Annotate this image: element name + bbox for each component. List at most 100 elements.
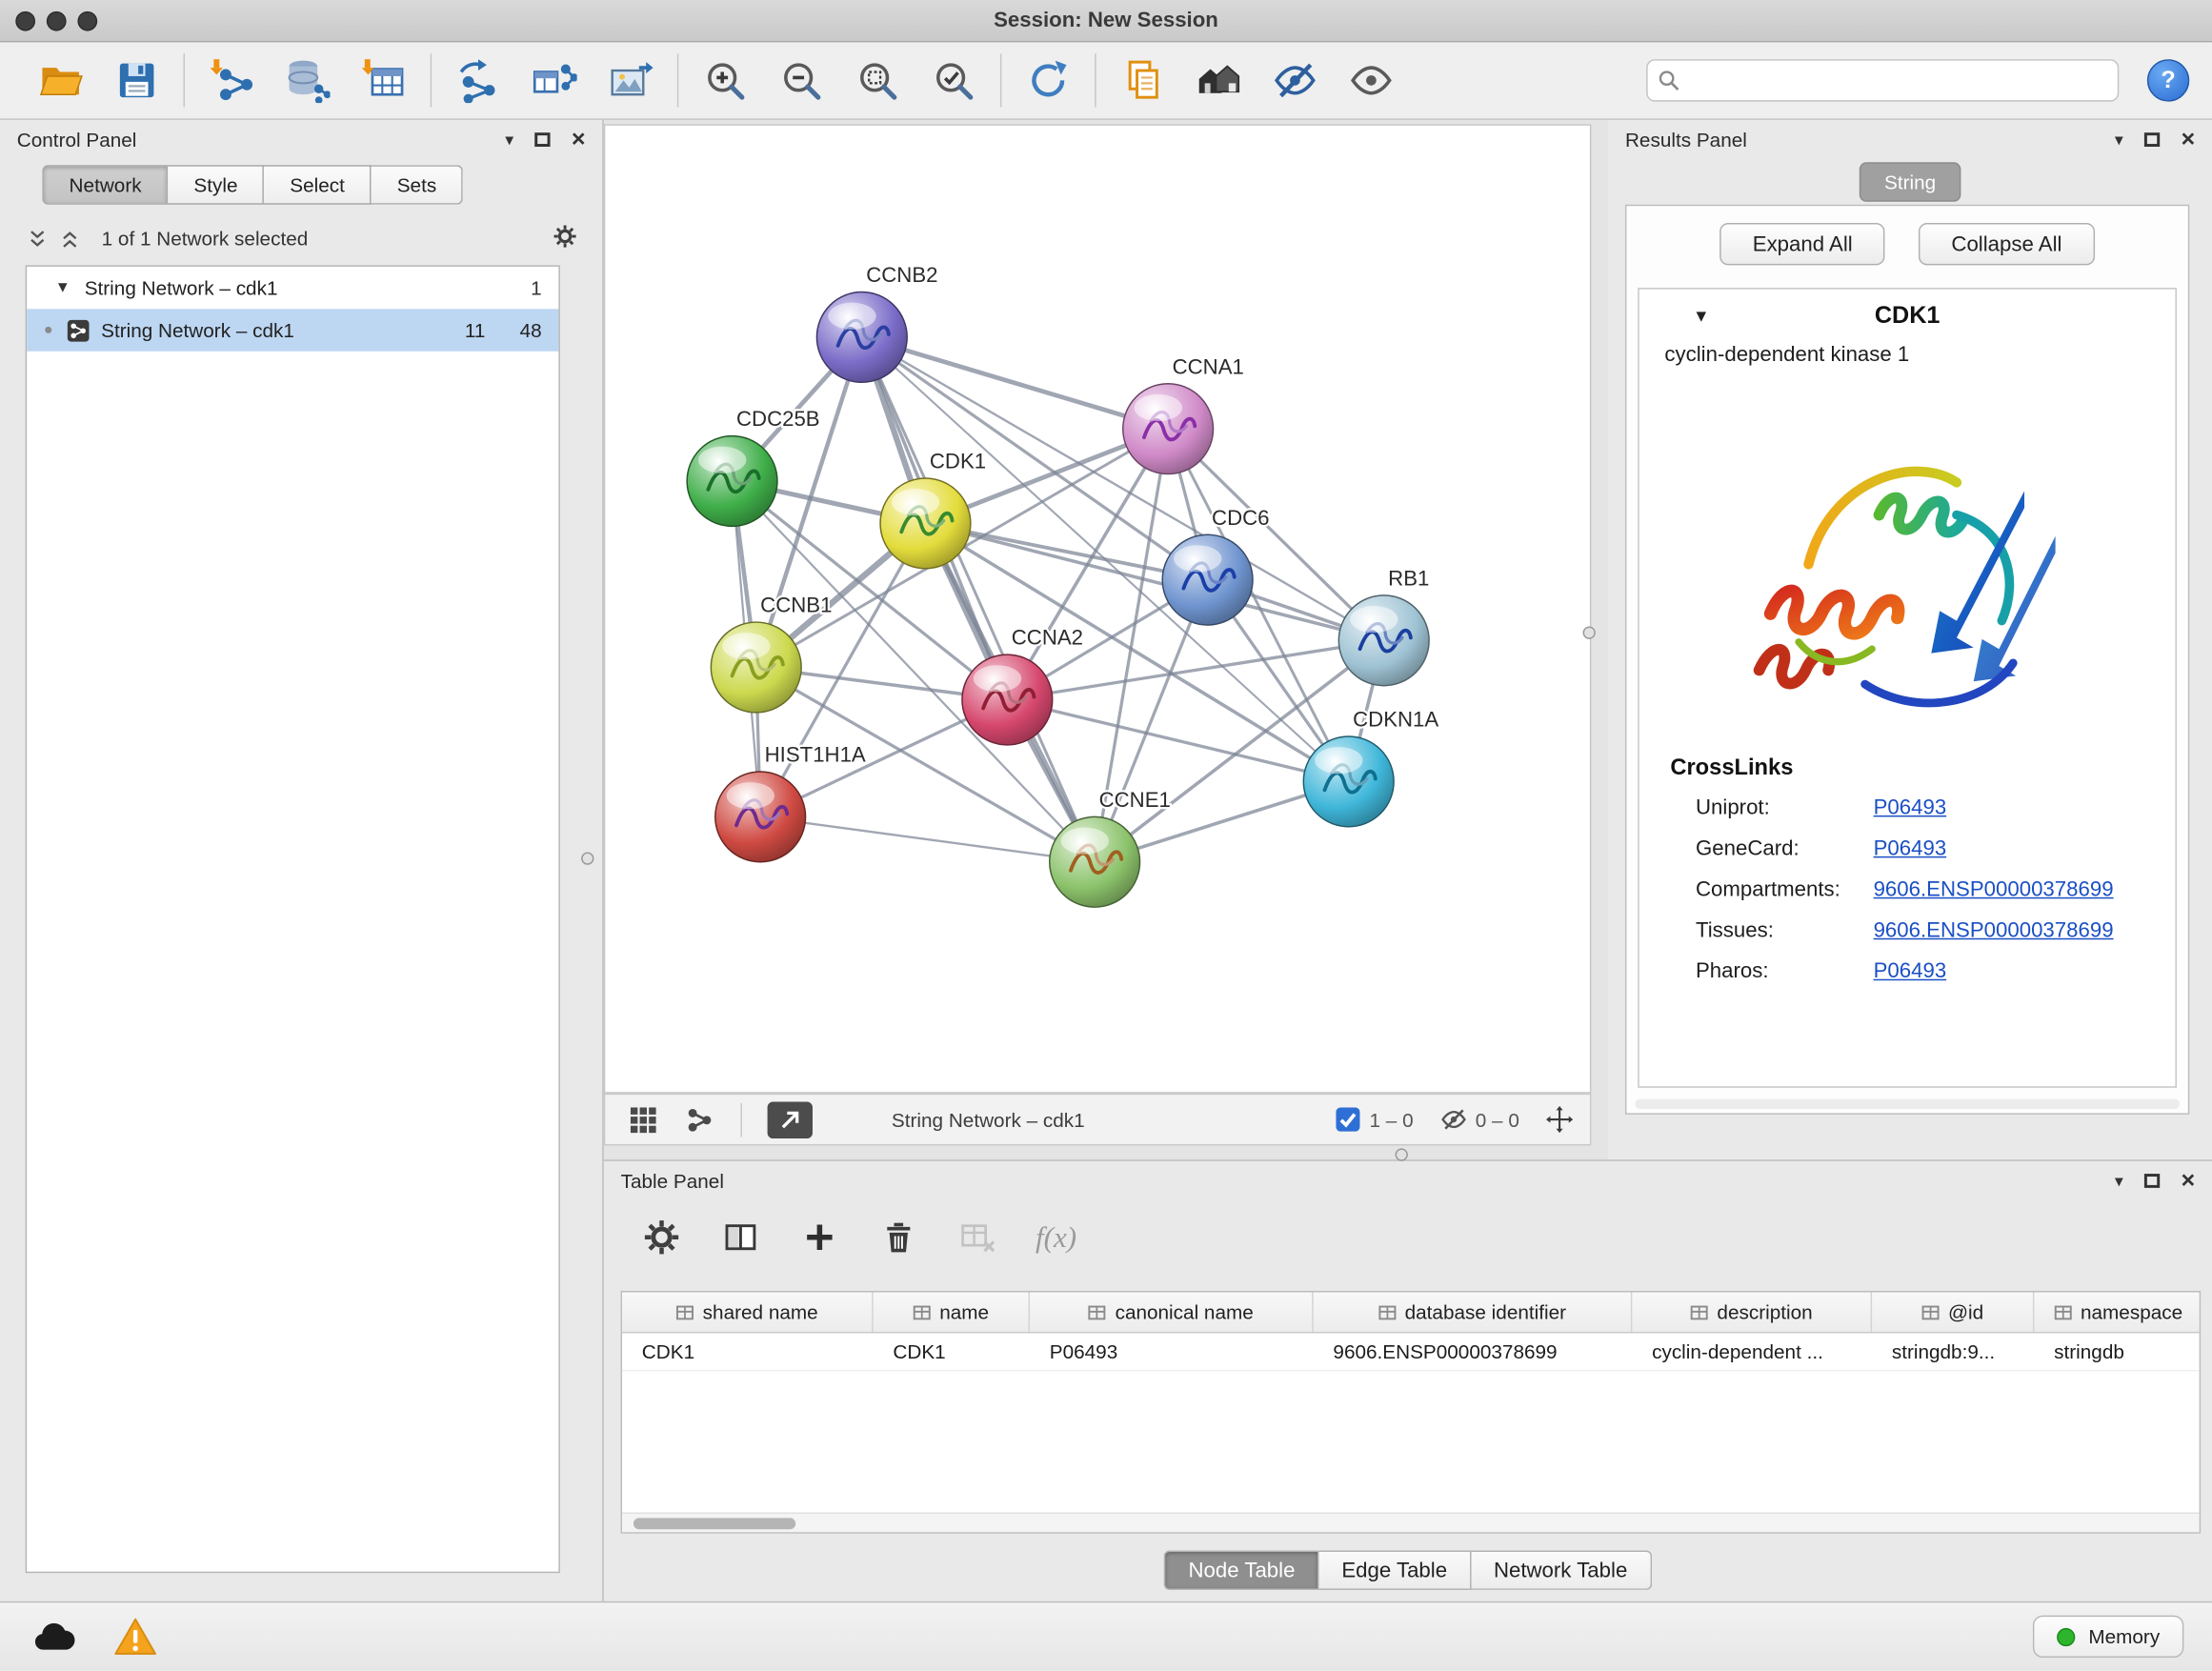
network-collection-row[interactable]: ▼ String Network – cdk1 1 [27, 267, 558, 309]
zoom-fit-button[interactable] [839, 50, 915, 110]
window-close-button[interactable] [15, 11, 35, 31]
gene-entry-header[interactable]: ▼ CDK1 [1639, 290, 2176, 343]
show-all-button[interactable] [1333, 50, 1409, 110]
column-header[interactable]: shared name [622, 1292, 874, 1331]
tab-network[interactable]: Network [42, 165, 168, 204]
disclosure-triangle-icon[interactable]: ▼ [1693, 306, 1710, 326]
detach-view-button[interactable] [768, 1101, 813, 1138]
add-column-button[interactable] [798, 1217, 840, 1258]
column-header[interactable]: database identifier [1314, 1292, 1633, 1331]
network-options-gear[interactable] [553, 224, 576, 252]
node-CCNA2[interactable] [962, 654, 1053, 745]
table-settings-button[interactable] [640, 1217, 682, 1258]
column-header[interactable]: namespace [2034, 1292, 2201, 1331]
splitter-handle[interactable] [581, 852, 593, 864]
pan-crosshair-icon[interactable] [1546, 1106, 1573, 1133]
copy-button[interactable] [1105, 50, 1181, 110]
delete-column-button[interactable] [877, 1217, 919, 1258]
cell-namespace[interactable]: stringdb [2034, 1333, 2201, 1370]
birds-eye-view-button[interactable] [622, 1101, 664, 1138]
zoom-selected-button[interactable] [915, 50, 992, 110]
cell-shared-name[interactable]: CDK1 [622, 1333, 874, 1370]
splitter-handle[interactable] [1396, 1148, 1408, 1160]
panel-menu-icon[interactable]: ▾ [2115, 130, 2123, 150]
node-CDC25B[interactable] [687, 436, 777, 527]
tab-sets[interactable]: Sets [372, 165, 463, 204]
tab-string[interactable]: String [1859, 162, 1961, 201]
help-button[interactable]: ? [2147, 59, 2189, 101]
panel-float-icon[interactable] [534, 132, 550, 147]
node-HIST1H1A[interactable] [715, 772, 806, 862]
panel-close-icon[interactable]: × [572, 132, 586, 147]
checkbox-icon[interactable] [1334, 1106, 1360, 1133]
node-CCNE1[interactable] [1050, 816, 1140, 907]
tab-select[interactable]: Select [265, 165, 372, 204]
edge-CCNB2-CCNE1[interactable] [862, 337, 1095, 862]
memory-button[interactable]: Memory [2034, 1616, 2184, 1658]
import-network-from-file-button[interactable] [193, 50, 270, 110]
edge-CCNA2-CDKN1A[interactable] [1007, 700, 1348, 782]
disclosure-triangle-icon[interactable]: ▼ [55, 279, 70, 296]
column-header[interactable]: name [874, 1292, 1030, 1331]
node-CCNA1[interactable] [1123, 384, 1214, 474]
import-network-from-database-button[interactable] [270, 50, 346, 110]
network-graphics-button[interactable] [678, 1101, 720, 1138]
table-row[interactable]: CDK1 CDK1 P06493 9606.ENSP00000378699 cy… [622, 1333, 2200, 1371]
crosslink-link[interactable]: P06493 [1874, 836, 1947, 860]
panel-close-icon[interactable]: × [2182, 1174, 2196, 1188]
delete-table-button-disabled[interactable] [956, 1217, 998, 1258]
node-RB1[interactable] [1338, 595, 1429, 686]
cell-description[interactable]: cyclin-dependent ... [1632, 1333, 1872, 1370]
column-header[interactable]: description [1632, 1292, 1872, 1331]
crosslink-link[interactable]: 9606.ENSP00000378699 [1874, 877, 2114, 901]
node-CCNB2[interactable] [816, 292, 907, 383]
node-CDC6[interactable] [1162, 534, 1253, 625]
panel-float-icon[interactable] [2144, 1174, 2160, 1188]
column-header[interactable]: @id [1872, 1292, 2034, 1331]
panel-menu-icon[interactable]: ▾ [505, 130, 513, 150]
crosslink-link[interactable]: P06493 [1874, 959, 1947, 983]
edge-CCNB2-CCNA1[interactable] [862, 337, 1168, 429]
node-CDKN1A[interactable] [1303, 736, 1394, 827]
splitter-handle[interactable] [1583, 627, 1596, 639]
network-canvas[interactable]: CCNB2CCNA1CDC25BCDK1CDC6RB1CCNB1CCNA2CDK… [605, 126, 1590, 1092]
cloud-services-button[interactable] [29, 1614, 79, 1659]
show-columns-button[interactable] [719, 1217, 761, 1258]
cell-canonical-name[interactable]: P06493 [1030, 1333, 1314, 1370]
results-scrollbar[interactable] [1635, 1099, 2180, 1109]
eye-slash-icon[interactable] [1440, 1106, 1467, 1133]
scrollbar-thumb[interactable] [633, 1518, 795, 1529]
cell-database-identifier[interactable]: 9606.ENSP00000378699 [1314, 1333, 1633, 1370]
edge-HIST1H1A-CCNE1[interactable] [760, 816, 1095, 861]
panel-float-icon[interactable] [2144, 132, 2160, 147]
cell-name[interactable]: CDK1 [874, 1333, 1030, 1370]
network-row-selected[interactable]: ● String Network – cdk1 11 48 [27, 309, 558, 351]
tab-node-table[interactable]: Node Table [1164, 1550, 1318, 1589]
table-horizontal-scrollbar[interactable] [622, 1512, 2200, 1532]
collapse-all-icon[interactable] [26, 227, 50, 251]
node-CDK1[interactable] [880, 478, 971, 569]
new-network-from-table-button[interactable] [516, 50, 593, 110]
collapse-all-button[interactable]: Collapse All [1919, 223, 2094, 265]
expand-all-button[interactable]: Expand All [1720, 223, 1885, 265]
panel-menu-icon[interactable]: ▾ [2115, 1171, 2123, 1191]
zoom-in-button[interactable] [687, 50, 763, 110]
node-CCNB1[interactable] [711, 622, 801, 713]
window-zoom-button[interactable] [77, 11, 97, 31]
cell-id[interactable]: stringdb:9... [1872, 1333, 2034, 1370]
hide-selected-button[interactable] [1257, 50, 1333, 110]
warnings-button[interactable] [111, 1614, 161, 1659]
home-button[interactable] [1180, 50, 1257, 110]
tab-network-table[interactable]: Network Table [1471, 1550, 1651, 1589]
window-minimize-button[interactable] [47, 11, 67, 31]
save-session-button[interactable] [99, 50, 175, 110]
column-header[interactable]: canonical name [1030, 1292, 1314, 1331]
expand-all-icon[interactable] [58, 227, 82, 251]
crosslink-link[interactable]: 9606.ENSP00000378699 [1874, 918, 2114, 942]
search-input[interactable] [1646, 59, 2119, 101]
new-network-button[interactable] [440, 50, 516, 110]
refresh-view-button[interactable] [1010, 50, 1086, 110]
crosslink-link[interactable]: P06493 [1874, 795, 1947, 819]
tab-style[interactable]: Style [169, 165, 265, 204]
tab-edge-table[interactable]: Edge Table [1319, 1550, 1472, 1589]
